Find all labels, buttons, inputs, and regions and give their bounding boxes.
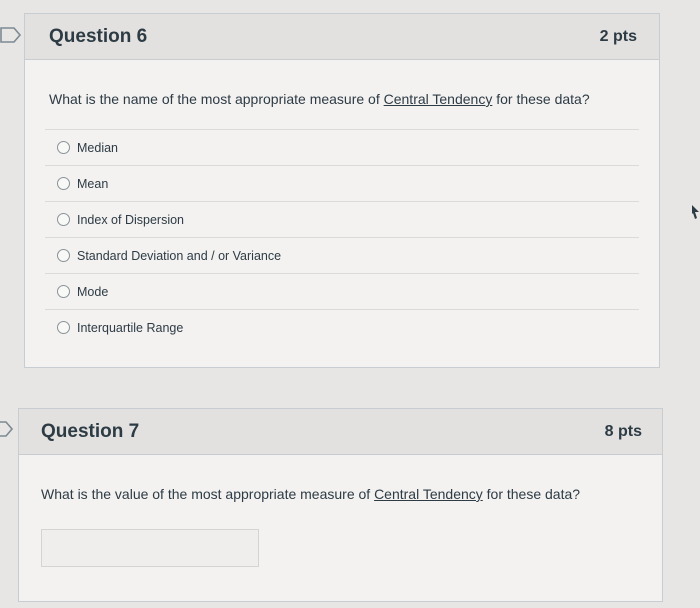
- question-7-text-end: for these data?: [482, 486, 581, 502]
- radio-button[interactable]: [57, 177, 70, 190]
- answer-label: Index of Dispersion: [77, 212, 185, 227]
- radio-button[interactable]: [57, 249, 70, 262]
- answer-mode[interactable]: Mode: [45, 273, 639, 309]
- question-7-header: Question 7 8 pts: [19, 409, 662, 455]
- question-7-answer-input[interactable]: [41, 529, 259, 567]
- question-7-title: Question 7: [41, 420, 140, 442]
- answer-interquartile-range[interactable]: Interquartile Range: [45, 309, 639, 345]
- answer-label: Interquartile Range: [77, 320, 184, 335]
- flag-question-6-icon[interactable]: [0, 26, 22, 44]
- question-6-points: 2 pts: [599, 27, 637, 45]
- mouse-cursor-icon: [690, 204, 700, 220]
- radio-button[interactable]: [57, 321, 70, 334]
- question-7-points: 8 pts: [604, 422, 642, 440]
- answer-standard-deviation-variance[interactable]: Standard Deviation and / or Variance: [45, 237, 639, 273]
- flag-question-7-icon[interactable]: [0, 420, 14, 438]
- question-6-header: Question 6 2 pts: [25, 14, 659, 60]
- question-6-text-end: for these data?: [492, 91, 590, 107]
- question-6-text: What is the name of the most appropriate…: [49, 91, 590, 107]
- radio-button[interactable]: [57, 141, 70, 154]
- central-tendency-link[interactable]: Central Tendency: [384, 91, 493, 107]
- answer-mean[interactable]: Mean: [45, 165, 639, 201]
- answer-label: Mean: [77, 176, 109, 191]
- central-tendency-link[interactable]: Central Tendency: [374, 486, 483, 502]
- question-7-text-start: What is the value of the most appropriat…: [41, 486, 375, 502]
- answer-label: Mode: [77, 284, 109, 299]
- radio-button[interactable]: [57, 285, 70, 298]
- question-7-text: What is the value of the most appropriat…: [41, 486, 580, 502]
- answer-median[interactable]: Median: [45, 129, 639, 165]
- answer-index-of-dispersion[interactable]: Index of Dispersion: [45, 201, 639, 237]
- answer-label: Median: [77, 140, 118, 155]
- question-6-title: Question 6: [49, 25, 148, 47]
- question-6-text-start: What is the name of the most appropriate…: [49, 91, 384, 107]
- question-6-answers: Median Mean Index of Dispersion Standard…: [45, 129, 639, 345]
- question-7-card: Question 7 8 pts What is the value of th…: [18, 408, 663, 602]
- answer-label: Standard Deviation and / or Variance: [77, 248, 282, 263]
- question-6-card: Question 6 2 pts What is the name of the…: [24, 13, 660, 368]
- radio-button[interactable]: [57, 213, 70, 226]
